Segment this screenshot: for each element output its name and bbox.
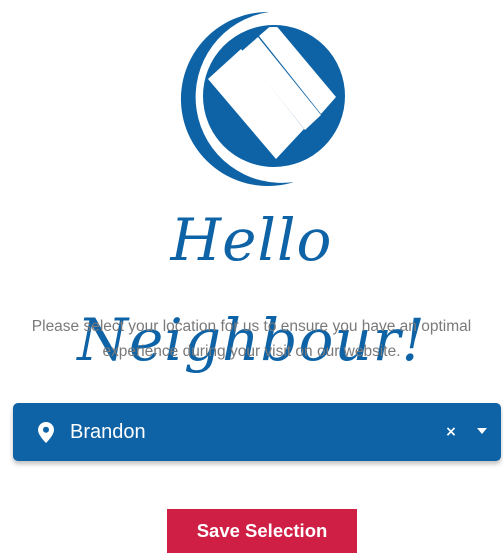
greeting-heading-container: Hello Neighbour! [0,190,503,374]
brand-logo-icon [178,10,346,188]
chevron-down-icon[interactable] [477,428,487,434]
map-pin-icon [38,422,54,443]
location-message: Please select your location for us to en… [31,318,472,360]
selected-location-value: Brandon [70,421,146,443]
location-select[interactable]: Brandon × [13,403,501,461]
save-selection-button[interactable]: Save Selection [167,509,357,553]
clear-selection-icon[interactable]: × [443,420,459,444]
